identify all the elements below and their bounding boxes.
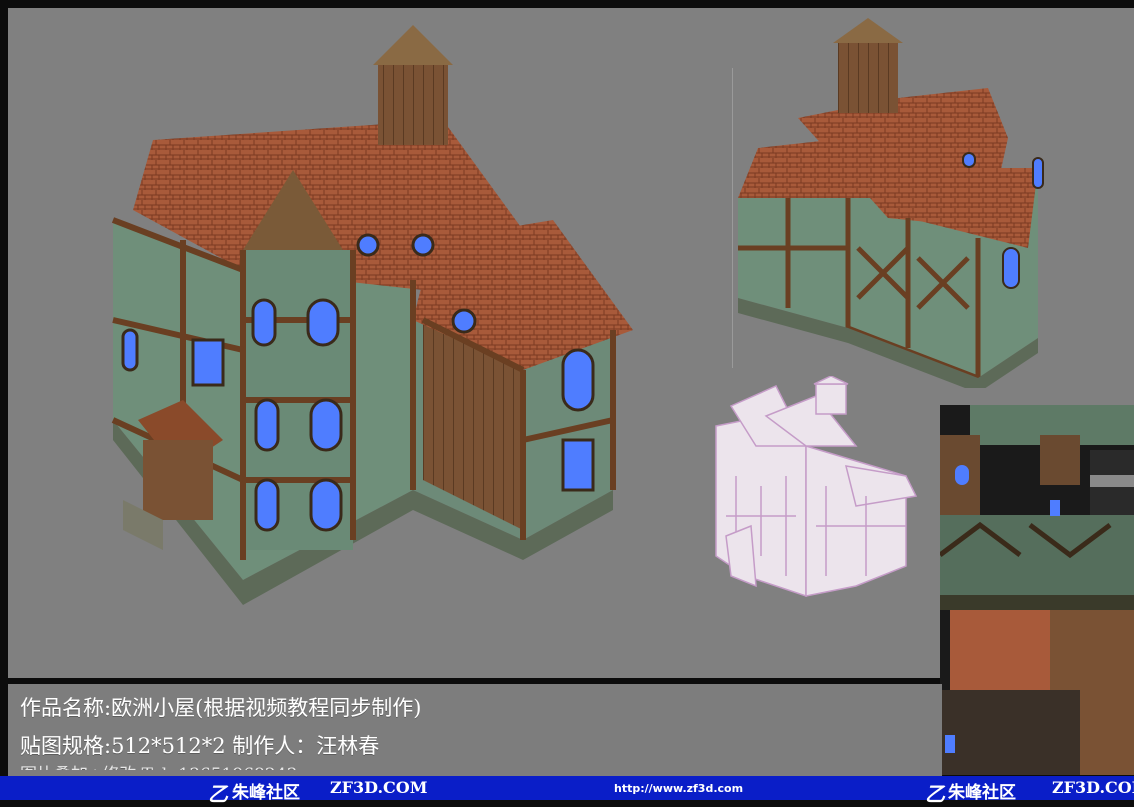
house-render-main <box>93 20 653 610</box>
brand-name-left: 朱峰社区 <box>232 783 300 803</box>
house-render-back <box>738 18 1048 388</box>
viewport-divider <box>732 68 733 368</box>
house-render-wireframe <box>706 376 921 601</box>
texture-atlas <box>940 405 1134 775</box>
brand-logo-left: 乙 <box>208 782 228 806</box>
texture-spec: 贴图规格:512*512*2 制作人：汪林春 <box>20 734 380 758</box>
work-title: 作品名称:欧洲小屋(根据视频教程同步制作) <box>20 696 422 720</box>
info-panel: 作品名称:欧洲小屋(根据视频教程同步制作) 贴图规格:512*512*2 制作人… <box>8 684 942 776</box>
brand-site-left: ZF3D.COM <box>330 778 428 797</box>
brand-site-right: ZF3D.COM <box>1052 778 1134 797</box>
watermark-footer: 乙 朱峰社区 ZF3D.COM http://www.zf3d.com 乙 朱峰… <box>0 776 1134 806</box>
site-url[interactable]: http://www.zf3d.com <box>614 782 743 795</box>
brand-logo-right: 乙 <box>925 782 945 806</box>
brand-name-right: 朱峰社区 <box>948 783 1016 803</box>
